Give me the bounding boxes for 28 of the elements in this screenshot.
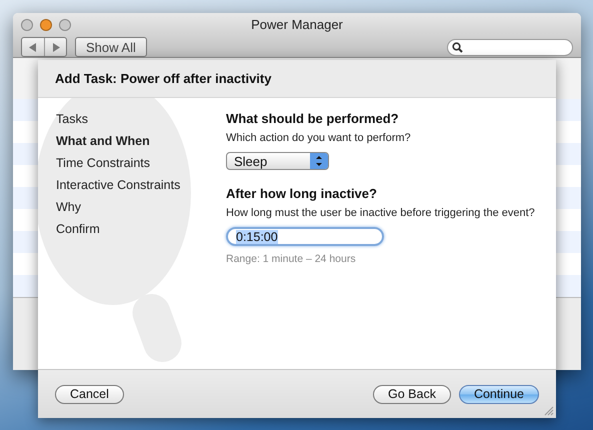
resize-grip-icon[interactable] — [544, 406, 554, 416]
duration-field[interactable]: 0:15:00 — [226, 227, 384, 246]
window-title: Power Manager — [251, 17, 344, 32]
section-heading: After how long inactive? — [226, 186, 377, 201]
step-item[interactable]: Interactive Constraints — [56, 177, 180, 193]
action-popup[interactable]: Sleep — [226, 152, 329, 170]
dialog-button[interactable]: Cancel — [55, 384, 124, 404]
right-triangle-icon — [52, 42, 60, 52]
section-heading: What should be performed? — [226, 111, 399, 126]
left-triangle-icon — [29, 42, 37, 52]
step-item[interactable]: Tasks — [56, 111, 88, 127]
dialog-button[interactable]: Go Back — [373, 384, 451, 404]
step-item[interactable]: What and When — [56, 133, 150, 149]
minimize-icon[interactable] — [40, 18, 52, 30]
dialog-button[interactable]: Continue — [458, 384, 539, 404]
show-all-button[interactable]: Show All — [75, 37, 147, 57]
section-prompt: Which action do you want to perform? — [226, 132, 411, 144]
stepper-icon — [310, 153, 328, 169]
section-prompt: How long must the user be inactive before triggering the event? — [226, 207, 535, 219]
range-hint: Range: 1 minute – 24 hours — [226, 253, 356, 265]
close-icon[interactable] — [21, 18, 33, 30]
search-icon — [452, 42, 463, 52]
step-item[interactable]: Confirm — [56, 221, 100, 237]
step-item[interactable]: Why — [56, 199, 81, 215]
step-item[interactable]: Time Constraints — [56, 155, 150, 171]
search-field[interactable] — [447, 38, 573, 56]
sheet-title: Add Task: Power off after inactivity — [55, 71, 272, 86]
zoom-icon[interactable] — [59, 18, 71, 30]
